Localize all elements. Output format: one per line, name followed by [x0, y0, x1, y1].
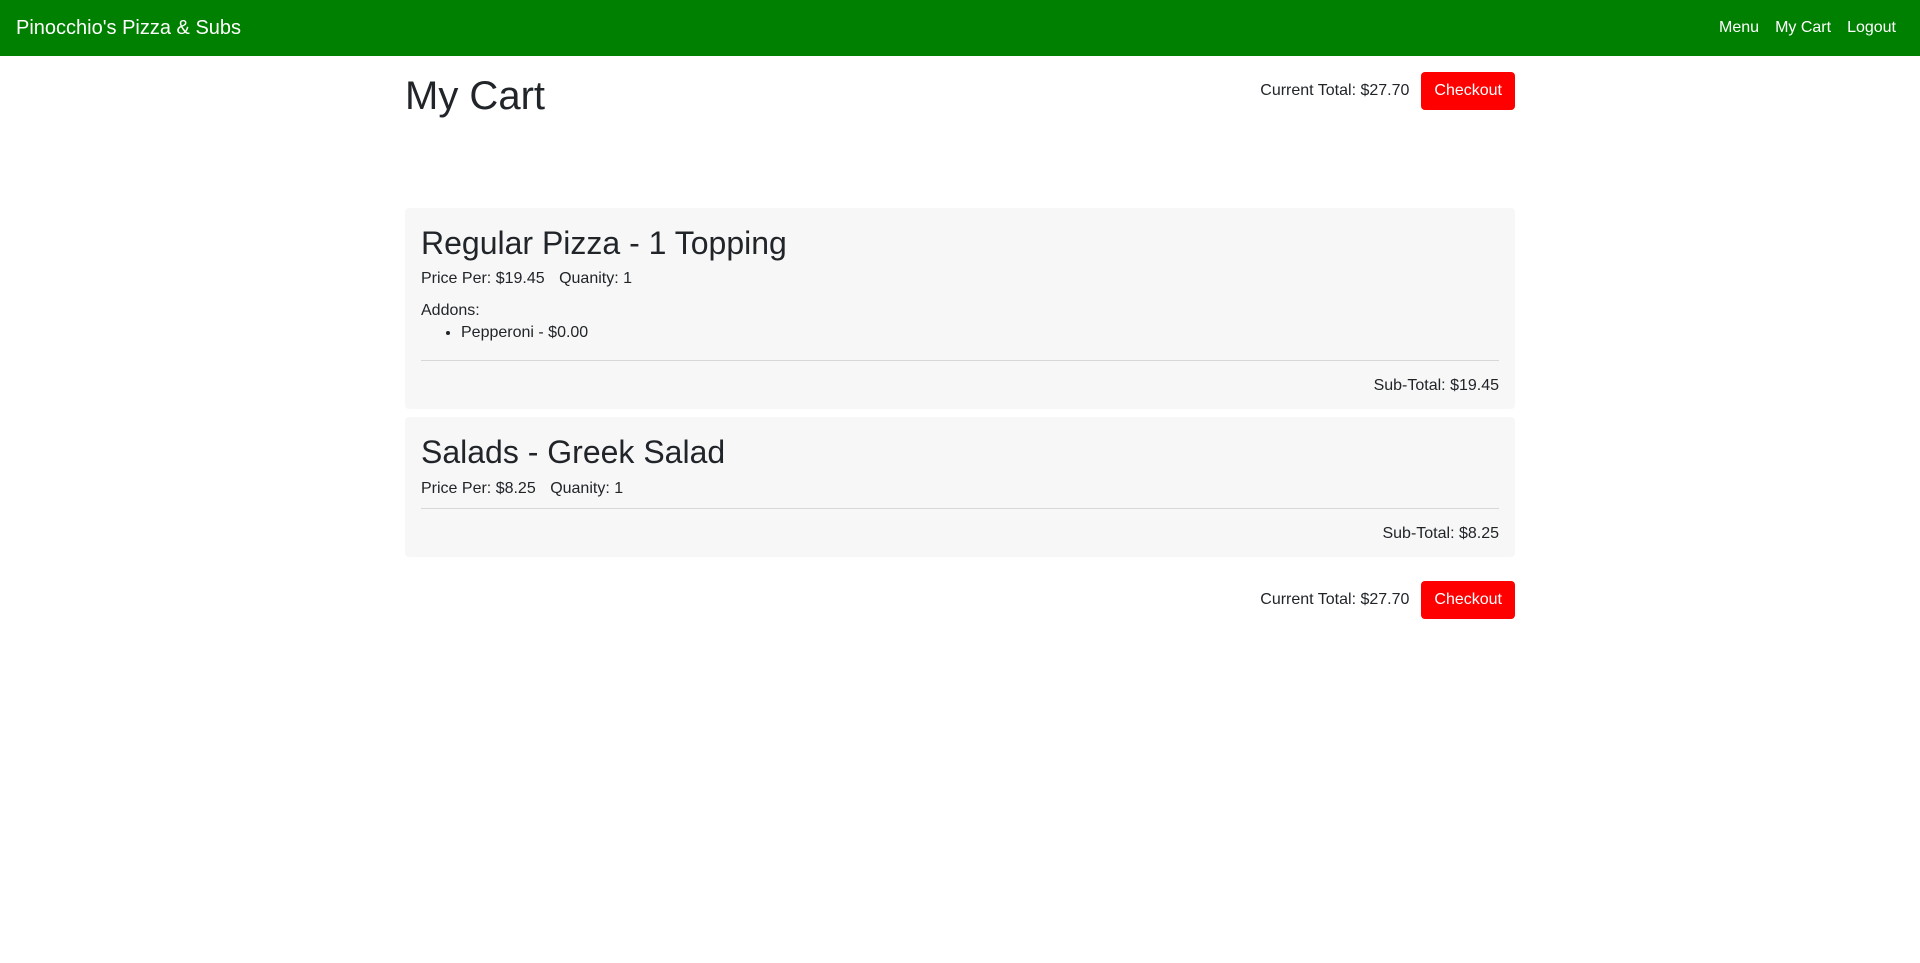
checkout-button-bottom[interactable]: Checkout [1421, 580, 1515, 619]
bottom-total-area: Current Total: $27.70 Checkout [1260, 580, 1515, 619]
checkout-button-top[interactable]: Checkout [1421, 72, 1515, 110]
item-divider [421, 507, 1499, 509]
nav-link-my-cart[interactable]: My Cart [1775, 19, 1831, 37]
item-subtotal: Sub-Total: $19.45 [1373, 377, 1499, 395]
navbar: Pinocchio's Pizza & Subs Menu My Cart Lo… [0, 0, 1920, 56]
item-meta: Price Per: $8.25 Quanity: 1 [421, 480, 1499, 498]
cart-item: Regular Pizza - 1 Topping Price Per: $19… [405, 208, 1515, 410]
item-divider [421, 360, 1499, 362]
item-title: Regular Pizza - 1 Topping [421, 225, 787, 261]
cart-items: Regular Pizza - 1 Topping Price Per: $19… [405, 208, 1515, 557]
addons-label: Addons: [421, 302, 480, 320]
item-price-per: Price Per: $8.25 [421, 479, 536, 497]
cart-item: Salads - Greek Salad Price Per: $8.25 Qu… [405, 417, 1515, 557]
nav-links: Menu My Cart Logout [1719, 19, 1904, 37]
current-total-text: Current Total: $27.70 [1260, 590, 1410, 608]
cart-footer: Current Total: $27.70 Checkout [405, 580, 1515, 619]
item-subtotal: Sub-Total: $8.25 [1382, 524, 1499, 542]
top-total-area: Current Total: $27.70 Checkout [1260, 72, 1515, 110]
addons-list: Pepperoni - $0.00 [421, 324, 1499, 342]
brand-link[interactable]: Pinocchio's Pizza & Subs [16, 17, 241, 40]
nav-link-menu[interactable]: Menu [1719, 19, 1759, 37]
page-title: My Cart [405, 74, 545, 118]
cart-header: My Cart Current Total: $27.70 Checkout [405, 72, 1515, 148]
item-quantity: Quanity: 1 [550, 479, 624, 497]
item-title: Salads - Greek Salad [421, 434, 726, 471]
item-meta: Price Per: $19.45 Quanity: 1 [421, 270, 1499, 288]
current-total-text: Current Total: $27.70 [1260, 82, 1410, 99]
nav-link-logout[interactable]: Logout [1847, 19, 1896, 37]
addon-item: Pepperoni - $0.00 [461, 324, 1499, 342]
item-quantity: Quanity: 1 [559, 270, 633, 288]
cart-container: My Cart Current Total: $27.70 Checkout R… [405, 72, 1515, 619]
item-price-per: Price Per: $19.45 [421, 270, 545, 288]
